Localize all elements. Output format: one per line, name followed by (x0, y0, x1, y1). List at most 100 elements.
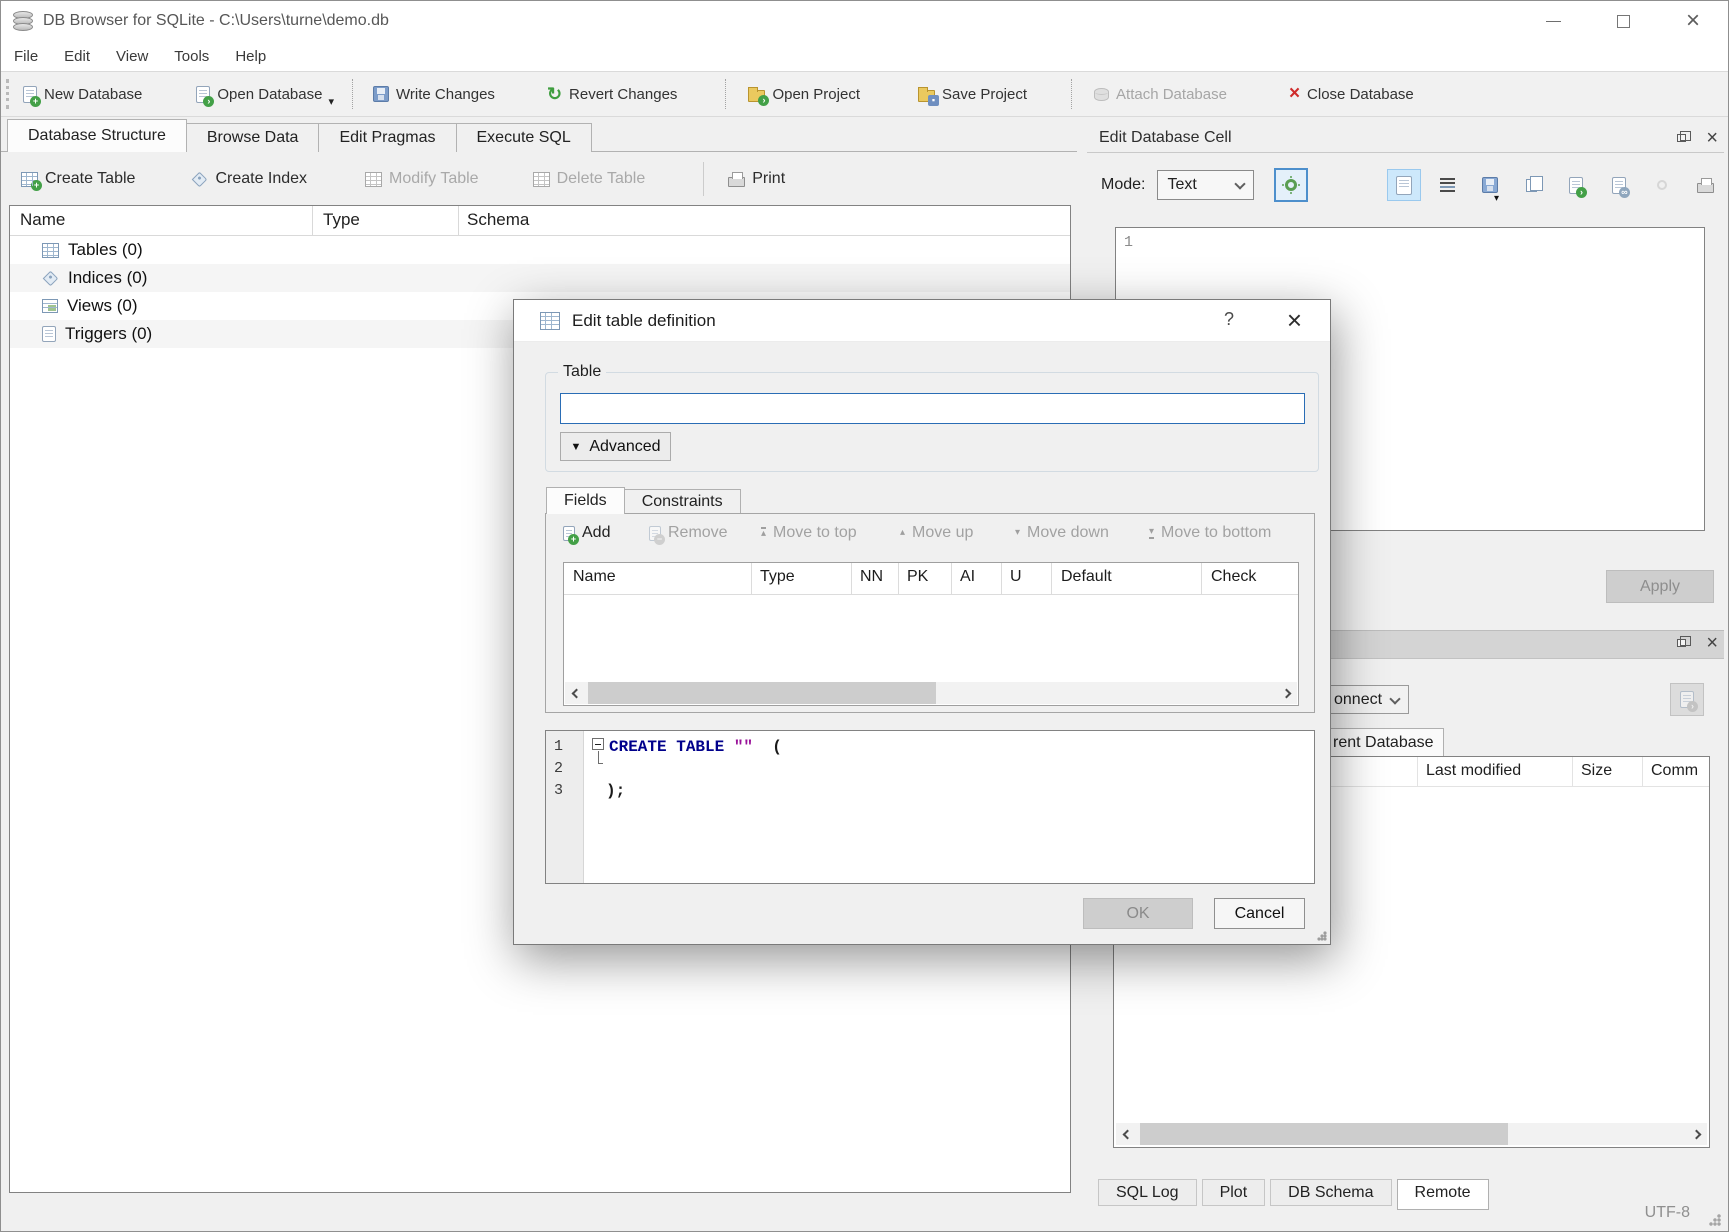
close-button[interactable]: × (1658, 1, 1728, 41)
maximize-button[interactable] (1588, 1, 1658, 41)
table-name-input[interactable] (560, 393, 1305, 424)
tab-db-schema[interactable]: DB Schema (1270, 1179, 1391, 1206)
remote-horizontal-scrollbar[interactable] (1116, 1123, 1707, 1145)
create-table-button[interactable]: + Create Table (11, 170, 145, 188)
tab-execute-sql[interactable]: Execute SQL (456, 123, 592, 152)
auto-switch-mode-button[interactable] (1274, 168, 1308, 202)
edit-cell-title: Edit Database Cell (1099, 129, 1232, 147)
col-ai[interactable]: AI (960, 568, 975, 586)
col-pk[interactable]: PK (907, 568, 928, 586)
tab-database-structure[interactable]: Database Structure (7, 119, 187, 152)
fold-marker-icon[interactable] (592, 738, 604, 750)
maximize-icon (1617, 15, 1630, 28)
tab-sql-log[interactable]: SQL Log (1098, 1179, 1197, 1206)
close-database-button[interactable]: × Close Database (1281, 74, 1422, 114)
menu-tools[interactable]: Tools (161, 48, 222, 65)
move-up-icon: ▴ (900, 528, 905, 538)
print-cell-button[interactable] (1688, 169, 1722, 201)
text-document-button[interactable] (1387, 169, 1421, 201)
word-wrap-button[interactable] (1430, 169, 1464, 201)
scroll-right-arrow[interactable] (1685, 1123, 1707, 1145)
create-index-button[interactable]: Create Index (181, 170, 317, 188)
print-button[interactable]: Print (718, 170, 795, 188)
cancel-button[interactable]: Cancel (1214, 898, 1305, 929)
scroll-left-arrow[interactable] (1116, 1123, 1138, 1145)
window-resize-grip[interactable] (1709, 1214, 1721, 1226)
toolbar-separator (1071, 79, 1072, 109)
status-encoding: UTF-8 (1645, 1204, 1690, 1222)
add-field-button[interactable]: + Add (563, 524, 610, 542)
scroll-left-arrow[interactable] (565, 682, 587, 704)
menu-help[interactable]: Help (222, 48, 279, 65)
delete-table-icon (533, 172, 550, 187)
remote-current-database-tab[interactable]: rent Database (1324, 728, 1444, 757)
col-default[interactable]: Default (1061, 568, 1112, 586)
save-project-button[interactable]: ▪ Save Project (910, 74, 1035, 114)
dialog-title: Edit table definition (572, 311, 716, 331)
column-header-commit[interactable]: Comm (1651, 762, 1698, 780)
close-icon: × (1686, 11, 1700, 31)
col-u[interactable]: U (1010, 568, 1022, 586)
open-project-button[interactable]: › Open Project (740, 74, 868, 114)
col-name[interactable]: Name (573, 568, 616, 586)
tab-remote[interactable]: Remote (1397, 1179, 1489, 1210)
tab-edit-pragmas[interactable]: Edit Pragmas (318, 123, 456, 152)
tree-item-indices[interactable]: Indices (0) (10, 264, 1070, 292)
open-database-button[interactable]: › Open Database (188, 74, 330, 114)
column-header-schema[interactable]: Schema (467, 210, 529, 230)
tab-plot[interactable]: Plot (1202, 1179, 1266, 1206)
scrollbar-thumb[interactable] (1140, 1123, 1508, 1145)
open-database-dropdown-icon[interactable]: ▾ (328, 95, 334, 108)
mode-label: Mode: (1101, 176, 1145, 194)
dialog-close-button[interactable]: × (1287, 305, 1302, 336)
link-data-button[interactable]: ∞ (1602, 169, 1636, 201)
new-database-button[interactable]: + New Database (15, 74, 150, 114)
open-in-app-button[interactable]: › (1559, 169, 1593, 201)
float-panel-icon[interactable] (1677, 134, 1686, 142)
scrollbar-thumb[interactable] (588, 682, 936, 704)
revert-changes-button[interactable]: ↻ Revert Changes (539, 74, 686, 114)
menu-file[interactable]: File (1, 48, 51, 65)
main-tab-bar: Database Structure Browse Data Edit Prag… (7, 119, 591, 152)
identity-settings-button[interactable]: › (1670, 683, 1704, 716)
dialog-resize-grip[interactable] (1317, 931, 1327, 941)
float-panel-icon[interactable] (1677, 639, 1686, 647)
column-header-name[interactable]: Name (20, 210, 65, 230)
menu-view[interactable]: View (103, 48, 161, 65)
copy-icon (1526, 179, 1537, 192)
structure-toolbar-separator (703, 162, 704, 196)
mode-select[interactable]: Text (1157, 170, 1254, 200)
close-panel-icon[interactable]: × (1706, 130, 1718, 146)
bottom-dock-tabbar: SQL Log Plot DB Schema Remote (1098, 1179, 1494, 1210)
tab-constraints[interactable]: Constraints (624, 489, 741, 514)
table-definition-icon (540, 312, 560, 330)
import-data-button[interactable]: ▾ (1473, 169, 1507, 201)
minimize-button[interactable] (1518, 1, 1588, 41)
scroll-right-arrow[interactable] (1275, 682, 1297, 704)
advanced-button[interactable]: ▼ Advanced (560, 432, 671, 461)
copy-data-button[interactable] (1516, 169, 1550, 201)
col-check[interactable]: Check (1211, 568, 1256, 586)
dialog-help-button[interactable]: ? (1224, 309, 1234, 330)
column-header-last-modified[interactable]: Last modified (1426, 762, 1521, 780)
remove-field-button: − Remove (649, 524, 728, 542)
tree-item-tables[interactable]: Tables (0) (10, 236, 1070, 264)
create-table-icon: + (21, 172, 38, 187)
gear-icon (1285, 179, 1297, 191)
col-type[interactable]: Type (760, 568, 795, 586)
fields-horizontal-scrollbar[interactable] (565, 682, 1297, 704)
tab-browse-data[interactable]: Browse Data (186, 123, 320, 152)
tab-fields[interactable]: Fields (546, 487, 625, 514)
sql-line-numbers: 1 2 3 (546, 731, 584, 883)
move-to-bottom-button: ▾ Move to bottom (1149, 524, 1271, 542)
column-header-type[interactable]: Type (323, 210, 360, 230)
column-header-size[interactable]: Size (1581, 762, 1612, 780)
toolbar-drag-handle[interactable] (6, 79, 9, 109)
cell-mode-row: Mode: Text ▾ › ∞ (1101, 167, 1714, 203)
close-panel-icon[interactable]: × (1706, 635, 1718, 651)
write-changes-button[interactable]: Write Changes (365, 74, 503, 114)
menu-edit[interactable]: Edit (51, 48, 103, 65)
col-nn[interactable]: NN (860, 568, 883, 586)
edit-table-definition-dialog: Edit table definition ? × Table ▼ Advanc… (513, 299, 1331, 945)
open-database-icon: › (196, 86, 210, 103)
